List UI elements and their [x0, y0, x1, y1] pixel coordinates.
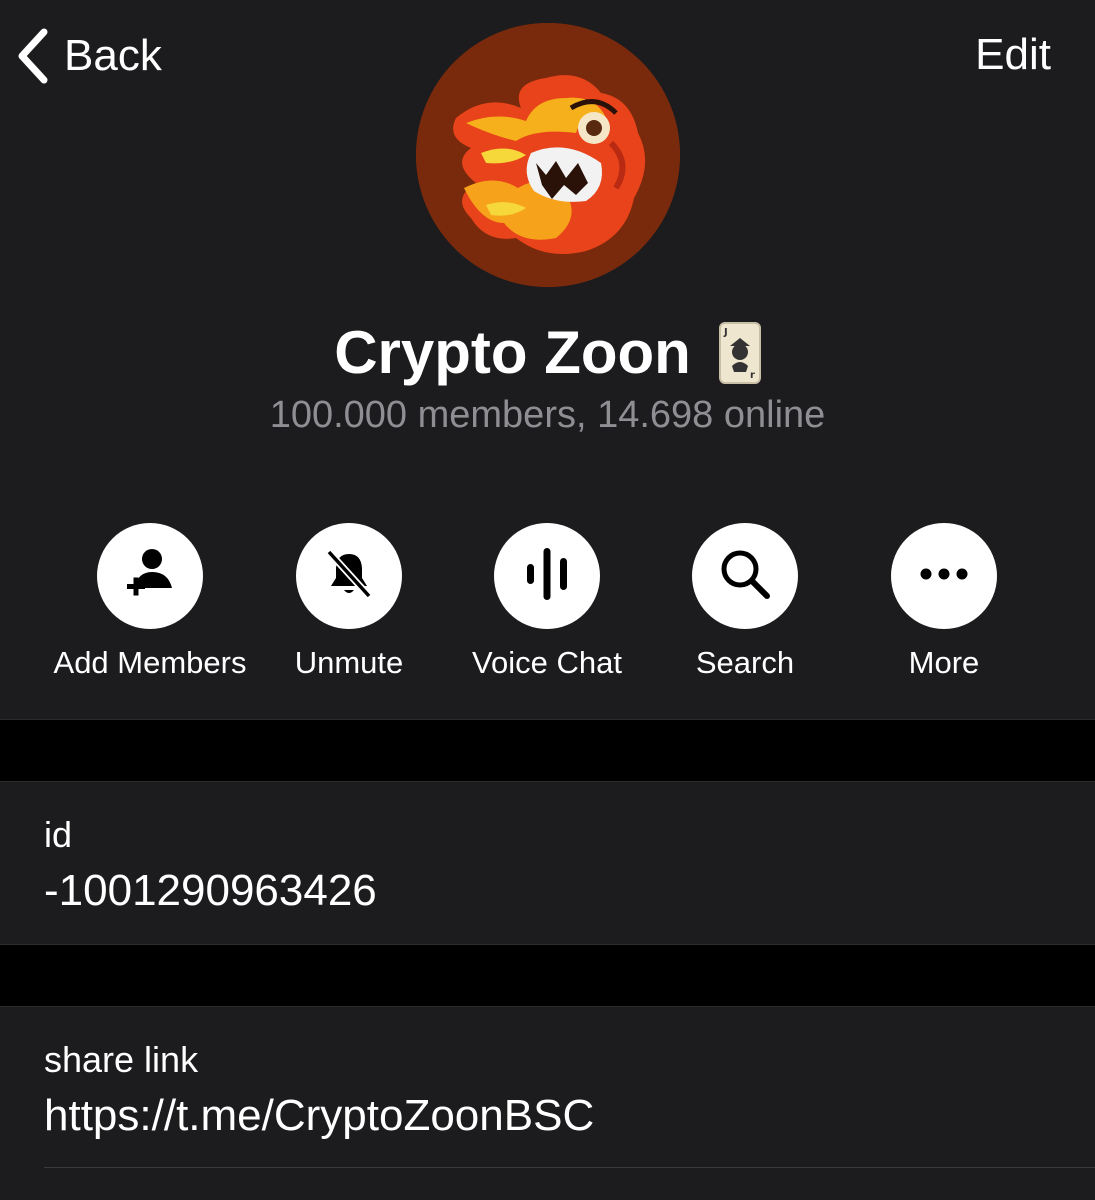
- id-row[interactable]: id -1001290963426: [0, 782, 1095, 944]
- section-divider: [0, 719, 1095, 720]
- svg-text:r: r: [750, 370, 755, 381]
- more-circle: [891, 523, 997, 629]
- back-button[interactable]: Back: [14, 24, 162, 88]
- unmute-button[interactable]: Unmute: [234, 523, 464, 681]
- bell-slash-icon: [321, 546, 377, 607]
- add-members-circle: [97, 523, 203, 629]
- member-count: 100.000 members, 14.698 online: [269, 394, 826, 436]
- edit-button[interactable]: Edit: [975, 30, 1051, 80]
- joker-card-icon: J r: [718, 322, 761, 384]
- section-divider: [0, 781, 1095, 782]
- add-members-label: Add Members: [53, 645, 247, 680]
- search-button[interactable]: Search: [630, 523, 860, 681]
- id-label: id: [44, 814, 73, 855]
- profile-header: Back Edit Crypto Zoon J r 100.000 member…: [0, 0, 1095, 719]
- share-link-label: share link: [44, 1039, 199, 1080]
- flame-creature-logo: [416, 23, 680, 287]
- back-label: Back: [64, 31, 162, 80]
- row-separator: [44, 1167, 1095, 1168]
- unmute-label: Unmute: [294, 645, 404, 680]
- profile-screen: Back Edit Crypto Zoon J r 100.000 member…: [0, 0, 1095, 1200]
- voice-chat-label: Voice Chat: [472, 645, 622, 680]
- more-button[interactable]: More: [829, 523, 1059, 681]
- chevron-left-icon: [14, 26, 50, 86]
- more-label: More: [908, 645, 980, 680]
- voice-chat-button[interactable]: Voice Chat: [432, 523, 662, 681]
- group-title: Crypto Zoon J r: [0, 318, 1095, 388]
- group-avatar[interactable]: [416, 23, 680, 287]
- voice-waveform-icon: [517, 544, 577, 609]
- search-circle: [692, 523, 798, 629]
- add-member-icon: [120, 544, 180, 609]
- share-link-row[interactable]: share link https://t.me/CryptoZoonBSC: [0, 1007, 1095, 1200]
- search-label: Search: [695, 645, 795, 680]
- section-divider: [0, 944, 1095, 945]
- add-members-button[interactable]: Add Members: [35, 523, 265, 681]
- group-name: Crypto Zoon: [334, 319, 691, 386]
- more-dots-icon: [914, 564, 974, 589]
- action-bar: Add Members Unmute Voice Chat Search Mor…: [0, 523, 1095, 693]
- share-link-value[interactable]: https://t.me/CryptoZoonBSC: [44, 1091, 594, 1141]
- search-icon: [715, 544, 775, 609]
- id-value[interactable]: -1001290963426: [44, 866, 377, 916]
- svg-text:J: J: [723, 327, 728, 338]
- unmute-circle: [296, 523, 402, 629]
- voice-chat-circle: [494, 523, 600, 629]
- section-divider: [0, 1006, 1095, 1007]
